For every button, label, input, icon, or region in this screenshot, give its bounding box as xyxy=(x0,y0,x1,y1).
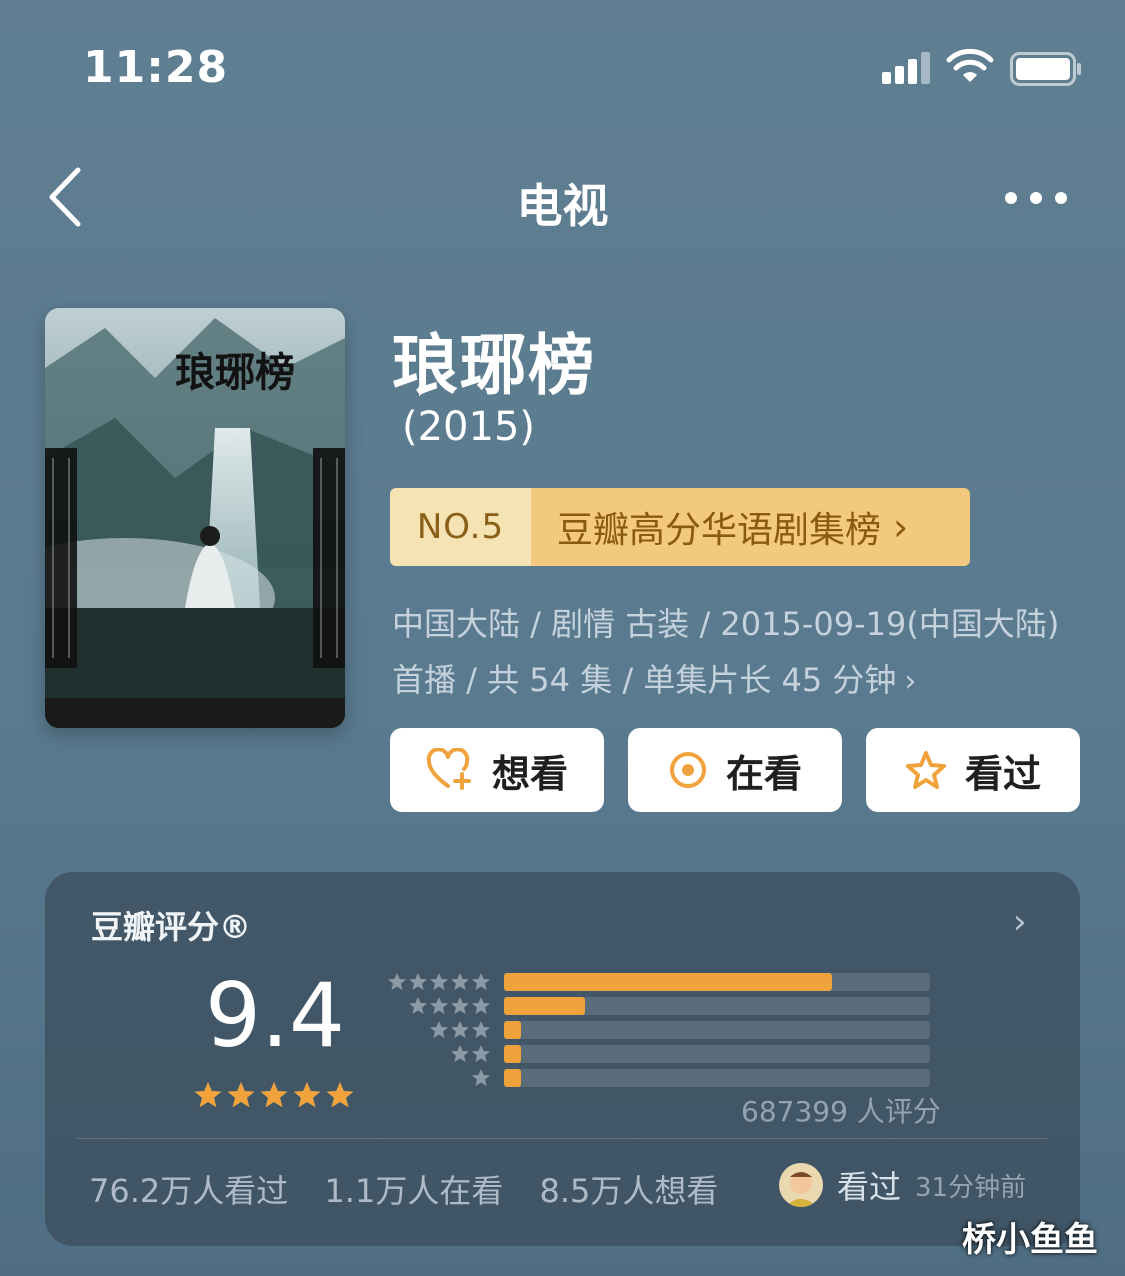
star-small-icon xyxy=(430,997,448,1014)
distribution-bar xyxy=(504,997,585,1015)
meta-line-1: 中国大陆 / 剧情 古装 / 2015-09-19(中国大陆) xyxy=(392,605,1060,643)
status-time: 11:28 xyxy=(83,42,229,93)
movie-title: 琅琊榜 xyxy=(392,327,596,404)
star-small-icon xyxy=(388,973,406,990)
distribution-bar xyxy=(504,1045,522,1063)
action-buttons: 想看 在看 看过 xyxy=(390,728,1080,812)
distribution-row xyxy=(383,1020,943,1040)
divider xyxy=(77,1138,1047,1139)
rating-stars xyxy=(194,1082,354,1108)
meta-line-2: 首播 / 共 54 集 / 单集片长 45 分钟 › xyxy=(392,652,1092,710)
distribution-stars xyxy=(387,972,491,992)
chevron-right-icon: › xyxy=(893,505,909,549)
friend-time: 31分钟前 xyxy=(915,1172,1027,1203)
want-to-watch-label: 想看 xyxy=(491,751,568,796)
distribution-track xyxy=(504,1021,930,1039)
rank-badge[interactable]: NO.5 豆瓣高分华语剧集榜 › xyxy=(390,488,970,566)
distribution-stars xyxy=(429,1020,491,1040)
star-small-icon xyxy=(451,973,469,990)
distribution-bar xyxy=(504,973,833,991)
distribution-track xyxy=(504,1045,930,1063)
poster-title-text: 琅琊榜 xyxy=(175,349,295,396)
watched-label: 看过 xyxy=(964,751,1041,796)
target-circle-icon xyxy=(669,752,706,788)
star-small-icon xyxy=(472,973,490,990)
rank-number: NO.5 xyxy=(390,488,531,566)
distribution-track xyxy=(504,973,930,991)
watched-count: 76.2万人看过 xyxy=(89,1172,289,1210)
movie-year: (2015) xyxy=(402,404,536,450)
star-filled-icon xyxy=(194,1082,222,1108)
star-small-icon xyxy=(451,1021,469,1038)
distribution-stars xyxy=(450,1044,491,1064)
avatar[interactable] xyxy=(779,1163,823,1207)
page-title: 电视 xyxy=(516,179,609,233)
distribution-row xyxy=(383,1044,943,1064)
star-small-icon xyxy=(472,1045,490,1062)
meta-line-2-text: 首播 / 共 54 集 / 单集片长 45 分钟 xyxy=(392,661,897,699)
rank-list-label: 豆瓣高分华语剧集榜 xyxy=(557,510,882,551)
star-small-icon xyxy=(409,997,427,1014)
friend-status: 看过 xyxy=(837,1168,902,1206)
status-bar: 11:28 xyxy=(0,0,1125,130)
star-small-icon xyxy=(430,1021,448,1038)
rating-stats: 76.2万人看过 1.1万人在看 8.5万人想看 xyxy=(89,1166,744,1212)
chevron-right-icon: › xyxy=(904,664,917,699)
battery-icon xyxy=(1010,52,1081,86)
cellular-signal-icon xyxy=(882,50,934,84)
watching-count: 1.1万人在看 xyxy=(324,1172,504,1210)
star-small-icon xyxy=(451,997,469,1014)
watched-button[interactable]: 看过 xyxy=(866,728,1080,812)
heart-plus-icon xyxy=(426,748,471,790)
distribution-row xyxy=(383,996,943,1016)
watching-label: 在看 xyxy=(725,751,802,796)
distribution-track xyxy=(504,997,930,1015)
star-small-icon xyxy=(409,973,427,990)
star-small-icon xyxy=(430,973,448,990)
distribution-track xyxy=(504,1069,930,1087)
distribution-bar xyxy=(504,1021,522,1039)
poster-image[interactable]: 琅琊榜 xyxy=(45,308,345,728)
rating-card[interactable]: 豆瓣评分® › 9.4 687399 人评分 76.2万人看过 1.1万人在看 … xyxy=(45,872,1080,1246)
want-count: 8.5万人想看 xyxy=(539,1172,719,1210)
rating-count: 687399 人评分 xyxy=(741,1095,941,1128)
friend-activity[interactable]: 看过 31分钟前 xyxy=(779,1162,1026,1208)
chevron-right-icon[interactable]: › xyxy=(1013,902,1027,942)
rank-list-name: 豆瓣高分华语剧集榜 › xyxy=(531,488,970,566)
wifi-icon xyxy=(946,48,994,82)
distribution-stars xyxy=(471,1068,491,1088)
distribution-stars xyxy=(408,996,491,1016)
star-small-icon xyxy=(472,1021,490,1038)
star-filled-icon xyxy=(326,1082,354,1108)
star-filled-icon xyxy=(227,1082,255,1108)
star-small-icon xyxy=(451,1045,469,1062)
star-filled-icon xyxy=(293,1082,321,1108)
rating-distribution xyxy=(383,972,943,1102)
distribution-row xyxy=(383,1068,943,1088)
more-button[interactable] xyxy=(1000,186,1070,210)
star-filled-icon xyxy=(260,1082,288,1108)
star-small-icon xyxy=(472,997,490,1014)
distribution-row xyxy=(383,972,943,992)
distribution-bar xyxy=(504,1069,522,1087)
rating-label: 豆瓣评分® xyxy=(91,908,252,946)
star-small-icon xyxy=(472,1069,490,1086)
movie-meta[interactable]: 中国大陆 / 剧情 古装 / 2015-09-19(中国大陆) 首播 / 共 5… xyxy=(392,596,1092,710)
rating-score: 9.4 xyxy=(205,964,345,1067)
watching-button[interactable]: 在看 xyxy=(628,728,842,812)
watermark: 桥小鱼鱼 xyxy=(962,1220,1098,1260)
poster-artwork: 琅琊榜 xyxy=(45,308,345,728)
nav-bar: 电视 xyxy=(0,150,1125,250)
star-outline-icon xyxy=(905,751,946,789)
want-to-watch-button[interactable]: 想看 xyxy=(390,728,604,812)
